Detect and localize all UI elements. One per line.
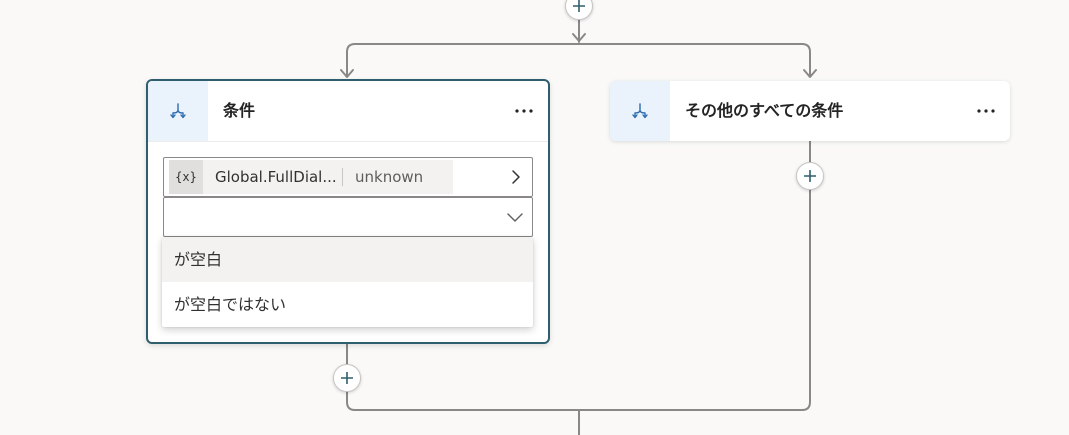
chevron-right-icon[interactable] [508,168,524,186]
add-node-button-left-branch[interactable] [333,364,361,392]
variable-icon: {x} [169,160,203,194]
variable-type: unknown [355,168,424,186]
more-options-icon [977,109,995,113]
plus-icon [341,372,353,384]
variable-name: Global.FullDial... [215,168,337,186]
condition-node-icon-box [148,81,208,141]
header-divider [148,141,548,142]
else-condition-node-more-button[interactable] [974,99,998,123]
operator-option-is-not-blank[interactable]: が空白ではない [162,282,533,327]
condition-node-title: 条件 [223,101,256,120]
operator-options-list: が空白 が空白ではない [162,237,533,327]
operator-option-is-blank[interactable]: が空白 [162,237,533,282]
condition-node-header[interactable]: 条件 [148,81,548,141]
branch-condition-icon [632,103,648,119]
plus-icon [804,170,816,182]
plus-icon [573,0,585,12]
branch-condition-icon [170,103,186,119]
flow-canvas[interactable]: 条件 {x} Global.FullDial... unknown その他のすべ… [0,0,1069,435]
condition-node-more-button[interactable] [512,99,536,123]
else-condition-node-title: その他のすべての条件 [685,101,844,120]
condition-variable-selector[interactable]: {x} Global.FullDial... unknown [163,157,533,197]
add-node-button-right-branch[interactable] [796,162,824,190]
else-condition-node-header[interactable]: その他のすべての条件 [610,81,1010,141]
condition-operator-dropdown[interactable] [163,197,533,237]
variable-chip[interactable]: {x} Global.FullDial... unknown [169,160,453,194]
else-condition-node-icon-box [610,81,670,141]
else-condition-node[interactable]: その他のすべての条件 [610,81,1010,141]
chevron-down-icon[interactable] [506,210,524,224]
more-options-icon [515,109,533,113]
